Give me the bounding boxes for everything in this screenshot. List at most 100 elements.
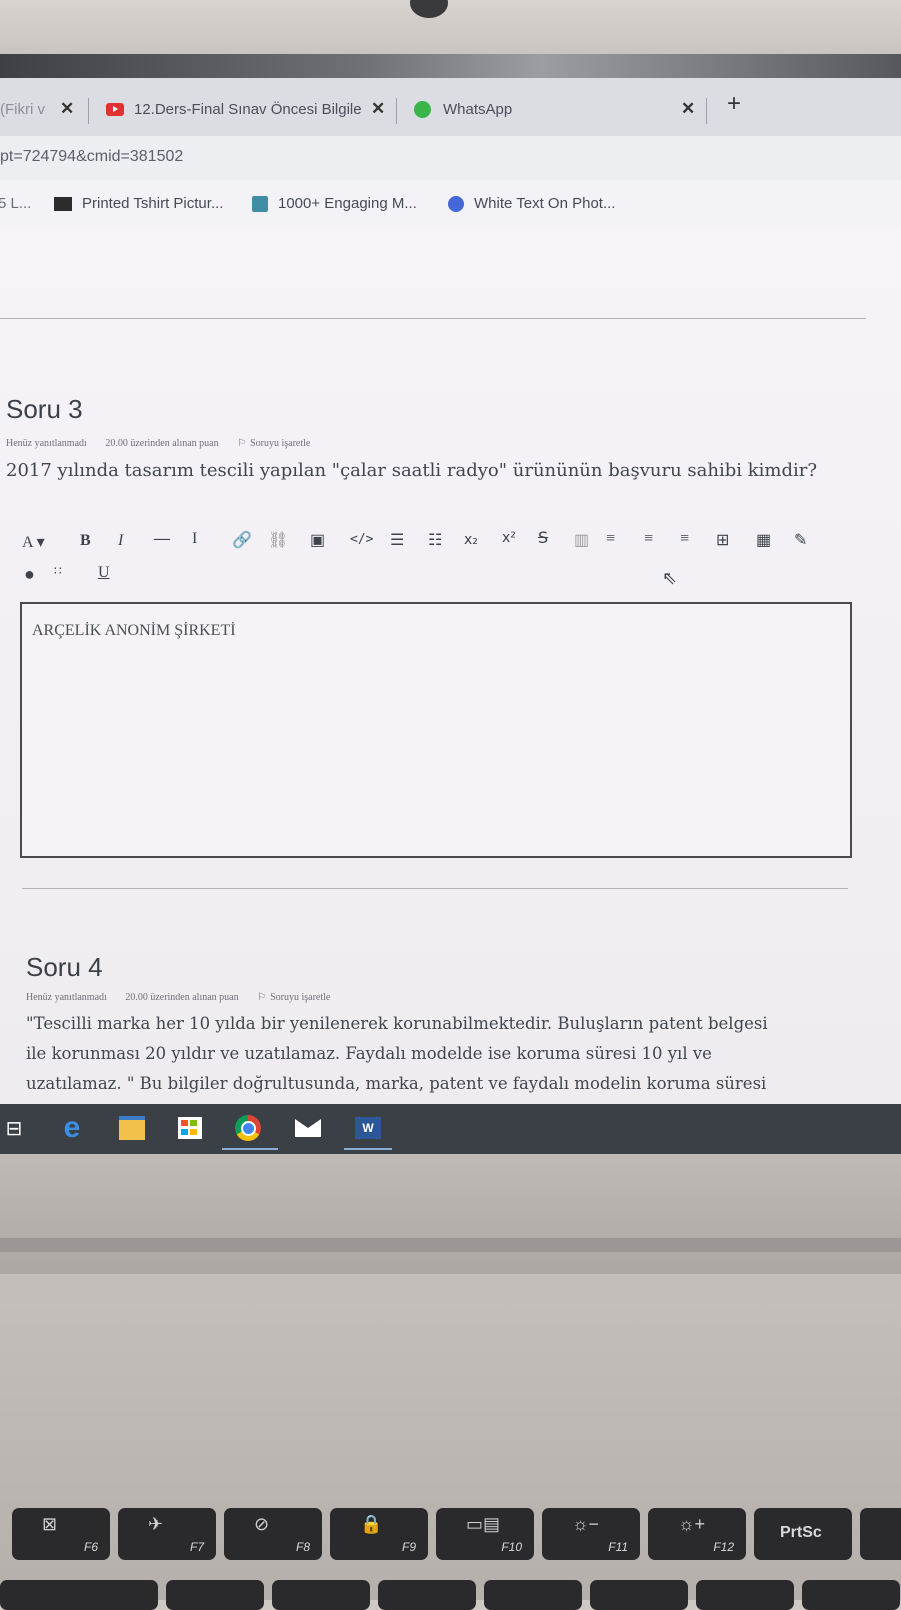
laptop-bottom-bezel xyxy=(0,1154,901,1274)
divider xyxy=(22,888,848,889)
bookmark-label: 1000+ Engaging M... xyxy=(278,195,417,212)
accessibility-icon[interactable]: ● xyxy=(24,564,35,585)
key-f12[interactable]: ☼+ F12 xyxy=(648,1508,746,1560)
laptop-bezel xyxy=(0,0,901,58)
superscript-button[interactable]: x² xyxy=(502,530,516,546)
flag-icon[interactable]: ⚐ xyxy=(237,438,246,449)
tab-separator xyxy=(88,98,89,124)
table-icon[interactable]: ⊞ xyxy=(716,530,729,550)
points-text: 20.00 üzerinden alınan puan xyxy=(105,438,219,449)
key[interactable] xyxy=(802,1580,900,1610)
close-icon[interactable]: ✕ xyxy=(371,99,385,119)
question-3-title: Soru 3 xyxy=(6,394,83,424)
whatsapp-icon xyxy=(414,100,431,118)
key-f9[interactable]: 🔒 F9 xyxy=(330,1508,428,1560)
answer-text[interactable]: ARÇELİK ANONİM ŞİRKETİ xyxy=(32,622,236,640)
bullet-list-icon[interactable]: ☰ xyxy=(390,530,404,550)
italic-button[interactable]: I xyxy=(118,532,123,550)
key-f10[interactable]: ▭▤ F10 xyxy=(436,1508,534,1560)
shirt-icon xyxy=(54,196,72,211)
edit-icon[interactable]: ✎ xyxy=(794,530,807,550)
active-indicator xyxy=(344,1148,392,1150)
text-cursor-icon[interactable]: I xyxy=(192,530,197,548)
address-bar[interactable]: pt=724794&cmid=381502 xyxy=(0,136,901,180)
bookmark-item[interactable]: 5 L... xyxy=(0,195,31,212)
tab-youtube[interactable]: 12.Ders-Final Sınav Öncesi Bilgile ✕ xyxy=(106,94,385,124)
edge-icon[interactable]: e xyxy=(58,1111,86,1144)
laptop-hinge xyxy=(0,1238,901,1252)
link-icon[interactable]: 🔗 xyxy=(232,530,252,550)
special-chars-icon[interactable]: ∷ xyxy=(54,564,62,579)
key-f8[interactable]: ⊘ F8 xyxy=(224,1508,322,1560)
key[interactable] xyxy=(166,1580,264,1610)
tab-label: 12.Ders-Final Sınav Öncesi Bilgile xyxy=(134,100,362,118)
key[interactable] xyxy=(272,1580,370,1610)
key-f7[interactable]: ✈ F7 xyxy=(118,1508,216,1560)
divider xyxy=(0,318,866,319)
key[interactable] xyxy=(590,1580,688,1610)
align-left-icon[interactable]: ≡ xyxy=(606,530,615,548)
question-3-meta: Henüz yanıtlanmadı 20.00 üzerinden alına… xyxy=(6,438,326,449)
question-4-line: uzatılamaz. " Bu bilgiler doğrultusunda,… xyxy=(26,1074,767,1093)
numbered-list-icon[interactable]: ☷ xyxy=(428,530,442,550)
horizontal-rule-icon[interactable]: — xyxy=(154,530,170,548)
flag-question-link[interactable]: Soruyu işaretle xyxy=(250,438,310,449)
question-3-text: 2017 yılında tasarım tescili yapılan "ça… xyxy=(6,460,817,481)
points-text: 20.00 üzerinden alınan puan xyxy=(125,992,239,1003)
bookmark-label: 5 L... xyxy=(0,195,32,212)
chrome-icon[interactable] xyxy=(234,1114,262,1142)
key[interactable] xyxy=(378,1580,476,1610)
calculator-icon[interactable]: ▦ xyxy=(756,530,771,550)
task-view-icon[interactable]: ⊟ xyxy=(0,1114,28,1142)
image-icon[interactable]: ▣ xyxy=(310,530,325,550)
windows-taskbar: ⊟ e W xyxy=(0,1104,901,1154)
align-right-icon[interactable]: ≡ xyxy=(680,530,689,548)
bookmark-item[interactable]: 1000+ Engaging M... xyxy=(252,195,417,212)
bookmark-item[interactable]: Printed Tshirt Pictur... xyxy=(54,195,223,212)
key-f11[interactable]: ☼− F11 xyxy=(542,1508,640,1560)
bold-button[interactable]: B xyxy=(80,532,91,550)
mail-icon[interactable] xyxy=(294,1114,322,1142)
bookmark-label: Printed Tshirt Pictur... xyxy=(82,195,224,212)
key-f6[interactable]: ⊠ F6 xyxy=(12,1508,110,1560)
answer-editor[interactable]: ARÇELİK ANONİM ŞİRKETİ xyxy=(20,602,852,858)
unlink-icon[interactable]: ⛓ xyxy=(268,530,288,550)
flag-question-link[interactable]: Soruyu işaretle xyxy=(270,992,330,1003)
bookmark-label: White Text On Phot... xyxy=(474,195,616,212)
mouse-cursor-icon: ⇖ xyxy=(662,568,678,588)
key[interactable] xyxy=(60,1580,158,1610)
question-4-line: "Tescilli marka her 10 yılda bir yenilen… xyxy=(26,1014,768,1033)
key-prtsc[interactable]: PrtSc xyxy=(754,1508,852,1560)
close-icon[interactable]: ✕ xyxy=(681,99,695,119)
new-tab-button[interactable]: + xyxy=(727,90,741,118)
bookmark-d-icon xyxy=(252,195,268,212)
subscript-button[interactable]: x₂ xyxy=(464,532,478,548)
tab-fikri[interactable]: (Fikri v ✕ xyxy=(0,94,74,124)
close-icon[interactable]: ✕ xyxy=(60,99,74,119)
align-center-icon[interactable]: ≡ xyxy=(644,530,653,548)
key[interactable] xyxy=(696,1580,794,1610)
key[interactable] xyxy=(484,1580,582,1610)
flag-icon[interactable]: ⚐ xyxy=(257,992,266,1003)
word-icon[interactable]: W xyxy=(354,1114,382,1142)
code-icon[interactable]: </> xyxy=(350,532,373,547)
editor-toolbar: A ▾ B I — I 🔗 ⛓ ▣ </> ☰ ☷ x₂ x² S ▥ ≡ ≡ … xyxy=(14,524,854,606)
columns-icon[interactable]: ▥ xyxy=(574,530,589,550)
question-4-line: ile korunması 20 yıldır ve uzatılamaz. F… xyxy=(26,1044,712,1063)
url-text[interactable]: pt=724794&cmid=381502 xyxy=(0,148,183,166)
status-text: Henüz yanıtlanmadı xyxy=(6,438,87,449)
bookmarks-bar: 5 L... Printed Tshirt Pictur... 1000+ En… xyxy=(0,180,901,229)
store-icon[interactable] xyxy=(176,1114,204,1142)
tab-whatsapp[interactable]: WhatsApp ✕ xyxy=(414,94,695,124)
font-dropdown[interactable]: A ▾ xyxy=(22,532,45,552)
key-next[interactable] xyxy=(860,1508,901,1560)
active-indicator xyxy=(222,1148,278,1150)
strikethrough-icon[interactable]: S xyxy=(538,528,548,547)
question-4-meta: Henüz yanıtlanmadı 20.00 üzerinden alına… xyxy=(26,992,346,1003)
underline-button[interactable]: U xyxy=(98,564,110,582)
bookmark-item[interactable]: White Text On Phot... xyxy=(448,195,615,212)
file-explorer-icon[interactable] xyxy=(118,1114,146,1142)
tab-label: WhatsApp xyxy=(443,100,513,118)
tab-label: (Fikri v xyxy=(0,100,45,118)
webcam xyxy=(410,0,448,18)
